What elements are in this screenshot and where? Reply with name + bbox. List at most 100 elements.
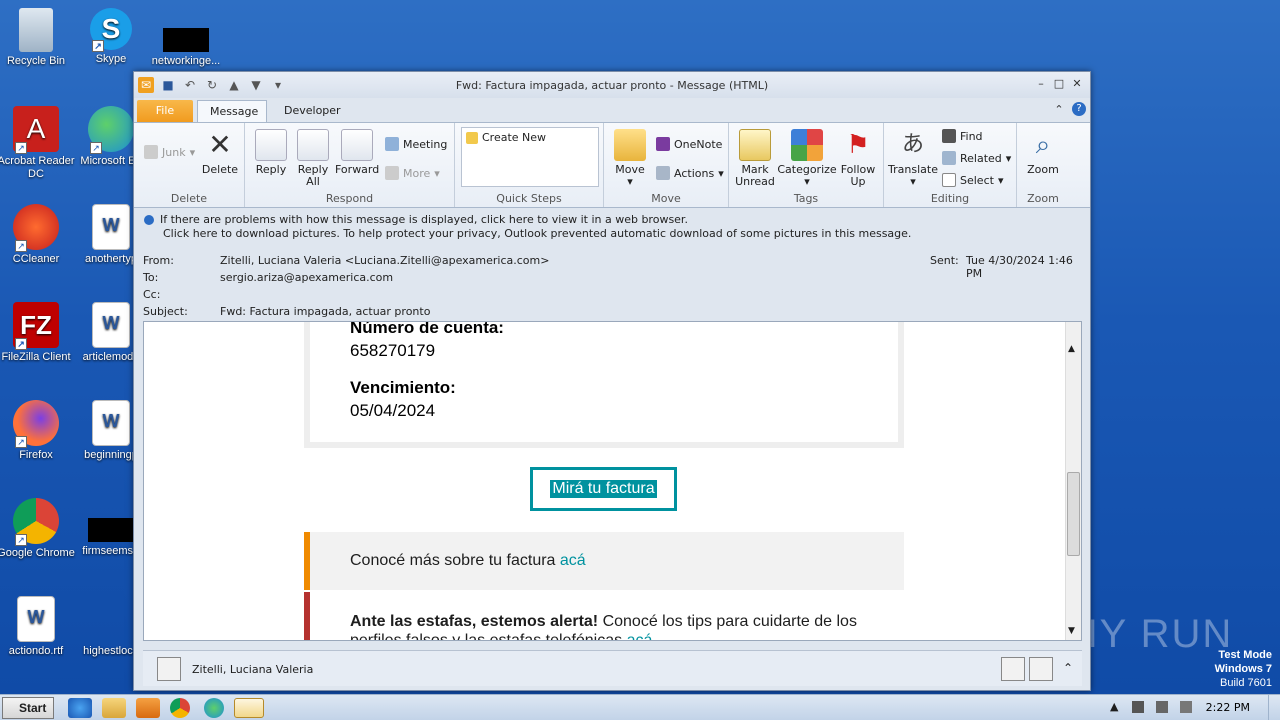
sender-avatar[interactable] — [157, 657, 181, 681]
skype-icon: S ↗ — [90, 8, 132, 52]
start-button[interactable]: Start — [2, 697, 54, 719]
from-label: From: — [143, 254, 174, 267]
network-icon[interactable] — [1132, 701, 1144, 713]
watermark-line3: Build 7601 — [1220, 677, 1272, 689]
mark-unread-button[interactable]: Mark Unread — [733, 129, 777, 188]
expand-people-pane-icon[interactable]: ⌃ — [1063, 661, 1073, 675]
find-button[interactable]: Find — [942, 129, 983, 143]
magnifier-icon: ⌕ — [1035, 130, 1051, 160]
desktop-icon-skype[interactable]: S ↗ Skype — [71, 8, 151, 66]
save-icon[interactable]: ■ — [160, 77, 176, 93]
from-value[interactable]: Zitelli, Luciana Valeria <Luciana.Zitell… — [220, 254, 549, 267]
view-invoice-button[interactable]: Mirá tu factura — [530, 467, 677, 511]
reply-all-button[interactable]: Reply All — [293, 129, 333, 188]
info-line-2[interactable]: Click here to download pictures. To help… — [144, 227, 1090, 241]
info-icon — [144, 215, 154, 225]
categorize-icon — [791, 129, 823, 161]
reply-button[interactable]: Reply — [251, 129, 291, 176]
alert-row: Ante las estafas, estemos alerta! Conocé… — [304, 592, 904, 640]
up-arrow-icon[interactable]: ▲ — [226, 77, 242, 93]
alert-link[interactable]: acá — [627, 632, 653, 640]
meeting-button[interactable]: Meeting — [385, 137, 447, 151]
message-window: ✉ ■ ↶ ↻ ▲ ▼ ▾ Fwd: Factura impagada, act… — [133, 71, 1091, 691]
close-icon[interactable]: ✕ — [1068, 76, 1086, 92]
desktop-icon-recycle-bin[interactable]: Recycle Bin — [0, 8, 76, 68]
create-new-quickstep[interactable]: Create New — [466, 131, 546, 144]
group-label: Move — [651, 192, 681, 205]
clock[interactable]: 2:22 PM — [1206, 701, 1250, 714]
tab-developer[interactable]: Developer — [272, 100, 353, 122]
customize-qat-icon[interactable]: ▾ — [270, 77, 286, 93]
chrome-taskbar-icon[interactable] — [170, 698, 190, 718]
group-respond: Reply Reply All Forward Meeting More ▾ Re… — [245, 123, 455, 207]
show-desktop-button[interactable] — [1268, 695, 1280, 720]
categorize-button[interactable]: Categorize ▾ — [777, 129, 837, 188]
vertical-scrollbar[interactable]: ▲ ▼ — [1065, 322, 1081, 640]
delete-button[interactable]: ✕ Delete — [198, 129, 242, 176]
tray-expand-icon[interactable]: ▲ — [1110, 700, 1118, 713]
explorer-icon[interactable] — [102, 698, 126, 718]
desktop-icon-actiondo[interactable]: Wactiondo.rtf — [0, 596, 76, 658]
junk-button[interactable]: Junk ▾ — [144, 145, 195, 159]
alert-bold: Ante las estafas, estemos alerta! — [350, 613, 599, 630]
edge-taskbar-icon[interactable] — [204, 698, 224, 718]
info-line-1[interactable]: If there are problems with how this mess… — [160, 213, 688, 227]
desktop-icon-chrome[interactable]: ↗ Google Chrome — [0, 498, 76, 560]
people-pane: Zitelli, Luciana Valeria ⌃ — [143, 650, 1082, 686]
quick-steps-gallery[interactable]: Create New — [461, 127, 599, 187]
related-button[interactable]: Related ▾ — [942, 151, 1011, 165]
zoom-button[interactable]: ⌕ Zoom — [1021, 129, 1065, 176]
undo-icon[interactable]: ↶ — [182, 77, 198, 93]
help-icon[interactable]: ? — [1072, 102, 1086, 116]
desktop-icon-filezilla[interactable]: FZ ↗ FileZilla Client — [0, 302, 76, 364]
actions-button[interactable]: Actions ▾ — [656, 166, 724, 180]
info-link[interactable]: acá — [560, 552, 586, 569]
filezilla-icon: FZ ↗ — [13, 302, 59, 350]
move-icon — [614, 129, 646, 161]
reply-icon — [255, 129, 287, 161]
onenote-button[interactable]: OneNote — [656, 137, 722, 151]
subject-label: Subject: — [143, 305, 188, 318]
title-bar[interactable]: ✉ ■ ↶ ↻ ▲ ▼ ▾ Fwd: Factura impagada, act… — [134, 72, 1090, 98]
account-number: 658270179 — [350, 341, 436, 360]
select-button[interactable]: Select ▾ — [942, 173, 1003, 187]
scroll-up-icon[interactable]: ▲ — [1068, 344, 1075, 354]
flag-icon: ⚑ — [846, 130, 870, 160]
minimize-icon[interactable]: – — [1032, 76, 1050, 92]
maximize-icon[interactable]: □ — [1050, 76, 1068, 92]
translate-button[interactable]: あ Translate ▾ — [888, 129, 938, 188]
desktop-icon-acrobat[interactable]: A ↗ Acrobat Reader DC — [0, 106, 76, 181]
tab-file[interactable]: File — [137, 100, 193, 122]
sender-name[interactable]: Zitelli, Luciana Valeria — [192, 663, 313, 676]
follow-up-button[interactable]: ⚑ Follow Up — [837, 129, 879, 188]
onenote-icon — [656, 137, 670, 151]
desktop-icon-ccleaner[interactable]: ↗ CCleaner — [0, 204, 76, 266]
tab-message[interactable]: Message — [197, 100, 267, 122]
move-button[interactable]: Move ▾ — [610, 129, 650, 188]
scroll-down-icon[interactable]: ▼ — [1068, 626, 1075, 636]
outlook-taskbar-icon[interactable] — [234, 698, 264, 718]
desktop-icon-firefox[interactable]: ↗ Firefox — [0, 400, 76, 462]
desktop-icon-networking[interactable]: networkinge... — [146, 8, 226, 68]
ie-icon[interactable] — [68, 698, 92, 718]
scroll-thumb[interactable] — [1067, 472, 1080, 556]
redacted-icon — [163, 28, 209, 52]
more-button[interactable]: More ▾ — [385, 166, 440, 180]
person-avatar-2[interactable] — [1029, 657, 1053, 681]
collapse-ribbon-icon[interactable]: ⌃ — [1050, 102, 1068, 118]
redo-icon[interactable]: ↻ — [204, 77, 220, 93]
volume-icon[interactable] — [1180, 701, 1192, 713]
group-label: Editing — [930, 192, 970, 205]
forward-button[interactable]: Forward — [335, 129, 379, 176]
down-arrow-icon[interactable]: ▼ — [248, 77, 264, 93]
subject-value: Fwd: Factura impagada, actuar pronto — [220, 305, 431, 318]
info-bar[interactable]: If there are problems with how this mess… — [134, 209, 1090, 247]
media-player-icon[interactable] — [136, 698, 160, 718]
message-body[interactable]: Número de cuenta: 658270179 Vencimiento:… — [143, 321, 1082, 641]
flag-tray-icon[interactable] — [1156, 701, 1168, 713]
taskbar: Start ▲ 2:22 PM — [0, 694, 1280, 720]
person-avatar-1[interactable] — [1001, 657, 1025, 681]
lightning-icon — [466, 131, 478, 144]
cc-label: Cc: — [143, 288, 161, 301]
to-value[interactable]: sergio.ariza@apexamerica.com — [220, 271, 393, 284]
